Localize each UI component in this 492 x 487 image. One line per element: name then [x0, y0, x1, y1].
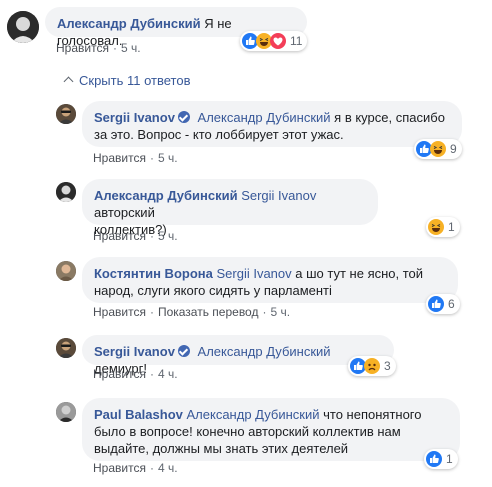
- avatar[interactable]: [56, 338, 76, 358]
- reply-actions: Нравится · 4 ч.: [93, 461, 178, 475]
- timestamp[interactable]: 5 ч.: [158, 229, 178, 243]
- timestamp[interactable]: 5 ч.: [158, 151, 178, 165]
- verified-icon: [177, 345, 190, 357]
- timestamp[interactable]: 4 ч.: [158, 461, 178, 475]
- love-icon: [270, 33, 286, 49]
- reply-text: за это. Вопрос - кто лоббирует этот ужас…: [94, 127, 344, 142]
- haha-icon: [430, 141, 446, 157]
- reaction-count: 6: [448, 297, 455, 311]
- mention-link[interactable]: Александр Дубинский: [187, 407, 320, 422]
- verified-icon: [177, 111, 190, 123]
- show-translation-link[interactable]: Показать перевод: [158, 305, 259, 319]
- avatar[interactable]: [7, 11, 39, 43]
- avatar[interactable]: [56, 261, 76, 281]
- mention-link[interactable]: Sergii Ivanov: [241, 188, 316, 203]
- reaction-count: 1: [446, 452, 453, 466]
- reply-text: а шо тут не ясно, той: [295, 266, 424, 281]
- avatar[interactable]: [56, 402, 76, 422]
- like-button[interactable]: Нравится: [56, 41, 109, 55]
- hide-replies-link[interactable]: Скрыть 11 ответов: [63, 73, 191, 88]
- chevron-up-icon: [63, 76, 74, 87]
- reply-text: что непонятного: [323, 407, 422, 422]
- reply-author[interactable]: Костянтин Ворона: [94, 266, 213, 281]
- reaction-summary[interactable]: 9: [414, 139, 462, 159]
- separator-dot: ·: [149, 305, 154, 319]
- reply-actions: Нравится · 5 ч.: [93, 151, 178, 165]
- haha-icon: [428, 219, 444, 235]
- timestamp[interactable]: 5 ч.: [270, 305, 290, 319]
- reaction-summary[interactable]: 11: [240, 31, 308, 51]
- avatar[interactable]: [56, 182, 76, 202]
- reaction-count: 1: [448, 220, 455, 234]
- like-button[interactable]: Нравится: [93, 461, 146, 475]
- reply-actions: Нравится · 4 ч.: [93, 367, 178, 381]
- reply-text: авторский: [94, 205, 155, 220]
- reaction-count: 3: [384, 359, 391, 373]
- reply-text: народ, слуги якого сидять у парламенті: [94, 283, 332, 298]
- hide-replies-label: Скрыть 11 ответов: [79, 73, 191, 88]
- mention-link[interactable]: Sergii Ivanov: [216, 266, 291, 281]
- reply-bubble: Костянтин Ворона Sergii Ivanov а шо тут …: [82, 257, 458, 303]
- mention-link[interactable]: Александр Дубинский: [198, 344, 331, 359]
- reply-text: было в вопросе! конечно авторский коллек…: [94, 424, 401, 439]
- mention-link[interactable]: Александр Дубинский: [198, 110, 331, 125]
- reply-actions: Нравится · 5 ч.: [93, 229, 178, 243]
- like-button[interactable]: Нравится: [93, 151, 146, 165]
- reaction-count: 11: [290, 34, 303, 48]
- reaction-count: 9: [450, 142, 457, 156]
- reply-text: выдайте, должны мы знать этих деятелей: [94, 441, 349, 456]
- like-button[interactable]: Нравится: [93, 305, 146, 319]
- reply-bubble: Sergii Ivanov Александр Дубинский демиур…: [82, 335, 394, 376]
- separator-dot: ·: [149, 151, 154, 165]
- timestamp[interactable]: 4 ч.: [158, 367, 178, 381]
- like-button[interactable]: Нравится: [93, 367, 146, 381]
- reply-author[interactable]: Paul Balashov: [94, 407, 183, 422]
- separator-dot: ·: [149, 367, 154, 381]
- reply-author[interactable]: Sergii Ivanov: [94, 110, 175, 125]
- separator-dot: ·: [112, 41, 117, 55]
- reply-author[interactable]: Sergii Ivanov: [94, 344, 175, 359]
- reaction-summary[interactable]: 1: [426, 217, 460, 237]
- separator-dot: ·: [149, 229, 154, 243]
- reply-text: я в курсе, спасибо: [334, 110, 445, 125]
- like-icon: [426, 451, 442, 467]
- like-button[interactable]: Нравится: [93, 229, 146, 243]
- avatar[interactable]: [56, 104, 76, 124]
- like-icon: [428, 296, 444, 312]
- reaction-summary[interactable]: 3: [348, 356, 396, 376]
- reply-author[interactable]: Александр Дубинский: [94, 188, 238, 203]
- separator-dot: ·: [262, 305, 267, 319]
- reply-bubble: Александр Дубинский Sergii Ivanov авторс…: [82, 179, 378, 237]
- timestamp[interactable]: 5 ч.: [121, 41, 141, 55]
- reply-bubble: Sergii Ivanov Александр Дубинский я в ку…: [82, 101, 462, 147]
- reaction-summary[interactable]: 6: [426, 294, 460, 314]
- sad-icon: [364, 358, 380, 374]
- comment-actions: Нравится · 5 ч.: [56, 41, 141, 55]
- reply-actions: Нравится · Показать перевод · 5 ч.: [93, 305, 290, 319]
- reply-bubble: Paul Balashov Александр Дубинский что не…: [82, 398, 460, 461]
- separator-dot: ·: [149, 461, 154, 475]
- comment-author[interactable]: Александр Дубинский: [57, 16, 201, 31]
- reaction-summary[interactable]: 1: [424, 449, 458, 469]
